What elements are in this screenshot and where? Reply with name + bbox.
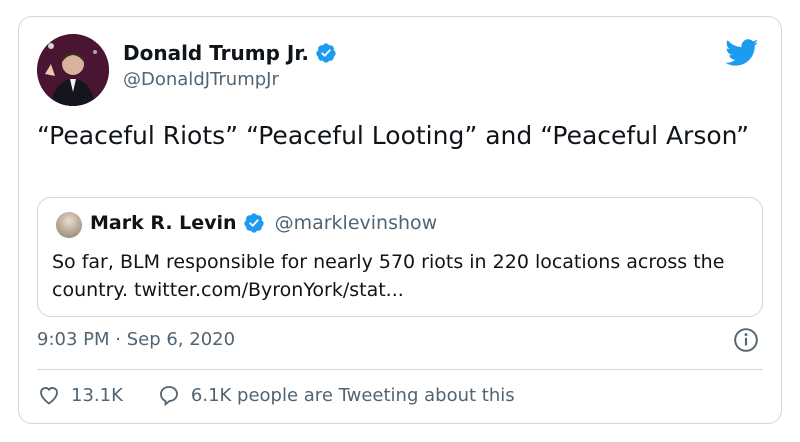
author-avatar[interactable]	[37, 34, 109, 106]
tweeting-about-this-link[interactable]: 6.1K people are Tweeting about this	[157, 383, 515, 407]
tweet-text: “Peaceful Riots” “Peaceful Looting” and …	[37, 121, 750, 150]
tweet-card[interactable]: Donald Trump Jr. @DonaldJTrumpJr “Peacef…	[18, 16, 782, 424]
author-block: Donald Trump Jr. @DonaldJTrumpJr	[123, 41, 337, 90]
tweet-actions: 13.1K 6.1K people are Tweeting about thi…	[37, 383, 515, 407]
divider	[37, 369, 763, 370]
tweeting-about-text: 6.1K people are Tweeting about this	[190, 384, 515, 406]
author-name[interactable]: Donald Trump Jr.	[123, 41, 309, 65]
quoted-tweet[interactable]: Mark R. Levin @marklevinshow So far, BLM…	[37, 197, 763, 317]
info-icon[interactable]	[733, 327, 759, 353]
like-button[interactable]: 13.1K	[37, 383, 123, 407]
reply-bubble-icon	[159, 386, 178, 407]
like-count: 13.1K	[71, 384, 123, 406]
verified-badge-icon	[243, 213, 264, 233]
verified-badge-icon	[316, 43, 336, 63]
author-handle[interactable]: @DonaldJTrumpJr	[123, 69, 337, 90]
twitter-bird-icon[interactable]	[725, 39, 759, 67]
avatar-photo	[37, 34, 109, 106]
quoted-author-name[interactable]: Mark R. Levin	[90, 212, 237, 234]
heart-icon	[40, 387, 58, 405]
quoted-tweet-text: So far, BLM responsible for nearly 570 r…	[52, 251, 725, 301]
quoted-author-avatar[interactable]	[56, 212, 82, 238]
quoted-author-block: Mark R. Levin @marklevinshow	[90, 212, 437, 234]
tweet-timestamp[interactable]: 9:03 PM · Sep 6, 2020	[37, 329, 235, 350]
quoted-author-handle[interactable]: @marklevinshow	[275, 212, 438, 234]
